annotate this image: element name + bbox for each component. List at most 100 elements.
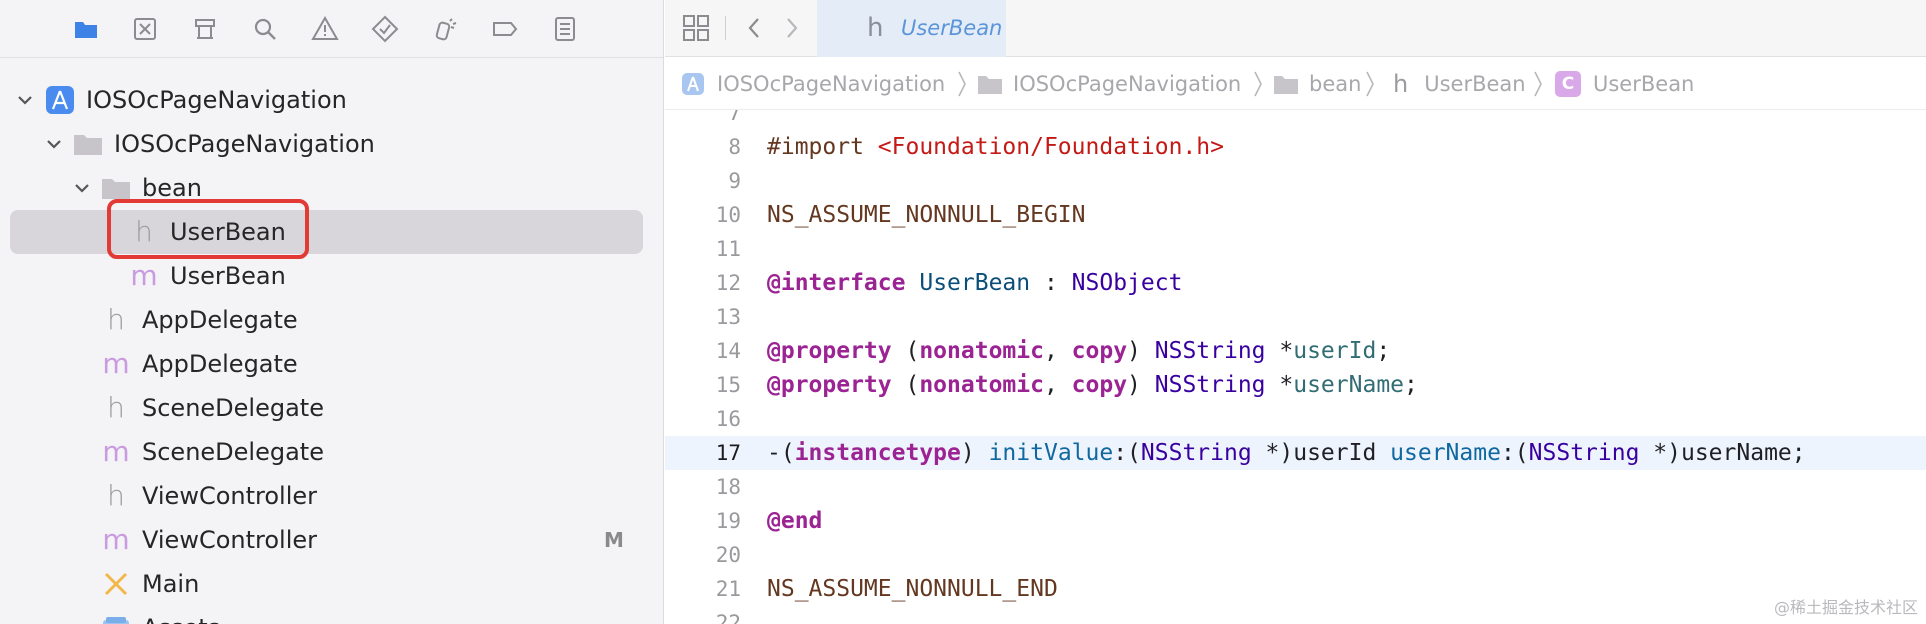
- class-icon: C: [1555, 71, 1581, 97]
- line-number: 13: [715, 305, 741, 329]
- code-line: 7: [665, 110, 1926, 130]
- tree-item-assets[interactable]: Assets: [0, 606, 663, 624]
- tree-item-viewcontroller-impl[interactable]: m ViewController M: [0, 518, 663, 562]
- line-number: 21: [715, 577, 741, 601]
- source-editor: h UserBean IOSOcPageNavigation IOSOcPage…: [665, 0, 1926, 624]
- tree-item-label: IOSOcPageNavigation: [86, 86, 347, 114]
- code-area[interactable]: 7 8 #import <Foundation/Foundation.h> 9 …: [665, 110, 1926, 624]
- tree-item-label: AppDelegate: [142, 350, 298, 378]
- header-file-icon: h: [1393, 70, 1409, 98]
- code-line: 16: [665, 402, 1926, 436]
- line-number: 10: [715, 203, 741, 227]
- jump-bar: IOSOcPageNavigation IOSOcPageNavigation …: [665, 58, 1926, 110]
- tree-item-project[interactable]: IOSOcPageNavigation: [0, 78, 663, 122]
- code-line: 18: [665, 470, 1926, 504]
- code-line: 10 NS_ASSUME_NONNULL_BEGIN: [665, 198, 1926, 232]
- line-number: 17: [715, 441, 741, 465]
- navigator-toolbar: [0, 0, 663, 58]
- tree-item-label: Assets: [142, 606, 220, 624]
- header-file-icon: h: [107, 303, 125, 336]
- tree-item-scenedelegate-impl[interactable]: m SceneDelegate: [0, 430, 663, 474]
- code-line: 11: [665, 232, 1926, 266]
- tree-item-userbean-header[interactable]: h UserBean: [0, 210, 663, 254]
- tree-item-label: SceneDelegate: [142, 438, 324, 466]
- jumpbar-folder[interactable]: bean: [1273, 68, 1361, 100]
- code-text: #import <Foundation/Foundation.h>: [767, 134, 1224, 160]
- code-line-current: 17 -(instancetype) initValue:(NSString *…: [665, 436, 1926, 470]
- app-project-icon: [682, 73, 704, 95]
- tree-item-viewcontroller-header[interactable]: h ViewController: [0, 474, 663, 518]
- jumpbar-group[interactable]: IOSOcPageNavigation: [977, 68, 1241, 100]
- code-line: 19 @end: [665, 504, 1926, 538]
- toolbar-divider: [725, 16, 726, 40]
- implementation-file-icon: m: [102, 347, 130, 380]
- code-line: 21 NS_ASSUME_NONNULL_END: [665, 572, 1926, 606]
- line-number: 7: [728, 110, 741, 125]
- implementation-file-icon: m: [102, 435, 130, 468]
- line-number: 20: [715, 543, 741, 567]
- jumpbar-label: UserBean: [1424, 72, 1526, 96]
- tree-item-label: SceneDelegate: [142, 394, 324, 422]
- jumpbar-label: IOSOcPageNavigation: [717, 72, 946, 96]
- line-number: 19: [715, 509, 741, 533]
- storyboard-icon: [100, 568, 132, 600]
- tree-item-label: Main: [142, 570, 200, 598]
- test-icon[interactable]: [368, 12, 402, 46]
- search-icon[interactable]: [248, 12, 282, 46]
- tree-item-group[interactable]: IOSOcPageNavigation: [0, 122, 663, 166]
- chevron-right-icon: [1365, 68, 1375, 100]
- symbol-icon[interactable]: [188, 12, 222, 46]
- debug-icon[interactable]: [428, 12, 462, 46]
- implementation-file-icon: m: [102, 523, 130, 556]
- back-icon[interactable]: [739, 13, 769, 43]
- code-line: 13: [665, 300, 1926, 334]
- grid-icon[interactable]: [681, 13, 711, 43]
- code-text: NS_ASSUME_NONNULL_BEGIN: [767, 202, 1086, 228]
- selection-highlight: [10, 210, 643, 254]
- tree-item-userbean-impl[interactable]: m UserBean: [0, 254, 663, 298]
- header-file-icon: h: [107, 479, 125, 512]
- tree-item-label: AppDelegate: [142, 306, 298, 334]
- line-number: 11: [715, 237, 741, 261]
- annotation-highlight-box: [107, 199, 309, 259]
- header-file-icon: h: [107, 391, 125, 424]
- code-text: @property (nonatomic, copy) NSString *us…: [767, 338, 1391, 364]
- code-line: 9: [665, 164, 1926, 198]
- forward-icon[interactable]: [777, 13, 807, 43]
- jumpbar-class[interactable]: C UserBean: [1555, 68, 1694, 100]
- chevron-right-icon: [1253, 68, 1263, 100]
- header-file-icon: h: [867, 13, 884, 43]
- jumpbar-file[interactable]: h UserBean: [1393, 68, 1526, 100]
- breakpoint-icon[interactable]: [488, 12, 522, 46]
- issue-icon[interactable]: [308, 12, 342, 46]
- folder-icon[interactable]: [69, 12, 103, 46]
- line-number: 16: [715, 407, 741, 431]
- chevron-down-icon[interactable]: [43, 122, 65, 166]
- modified-badge: M: [604, 528, 624, 552]
- code-line: 22: [665, 606, 1926, 624]
- code-text: -(instancetype) initValue:(NSString *)us…: [767, 440, 1806, 466]
- jumpbar-label: IOSOcPageNavigation: [1013, 72, 1242, 96]
- line-number: 9: [728, 169, 741, 193]
- tree-item-main-storyboard[interactable]: Main: [0, 562, 663, 606]
- chevron-right-icon: [957, 68, 967, 100]
- tree-item-label: ViewController: [142, 482, 318, 510]
- tree-item-scenedelegate-header[interactable]: h SceneDelegate: [0, 386, 663, 430]
- code-line: 12 @interface UserBean : NSObject: [665, 266, 1926, 300]
- report-icon[interactable]: [548, 12, 582, 46]
- code-text: @interface UserBean : NSObject: [767, 270, 1183, 296]
- code-line: 15 @property (nonatomic, copy) NSString …: [665, 368, 1926, 402]
- source-control-icon[interactable]: [128, 12, 162, 46]
- line-number: 12: [715, 271, 741, 295]
- app-project-icon: [44, 84, 76, 116]
- chevron-right-icon: [1533, 68, 1543, 100]
- code-line: 20: [665, 538, 1926, 572]
- chevron-down-icon[interactable]: [14, 78, 36, 122]
- jumpbar-project[interactable]: IOSOcPageNavigation: [681, 68, 945, 100]
- tree-item-appdelegate-header[interactable]: h AppDelegate: [0, 298, 663, 342]
- tree-item-appdelegate-impl[interactable]: m AppDelegate: [0, 342, 663, 386]
- tab-userbean-h[interactable]: h UserBean: [817, 0, 1006, 57]
- chevron-down-icon[interactable]: [71, 166, 93, 210]
- tree-item-folder-bean[interactable]: bean: [0, 166, 663, 210]
- line-number: 14: [715, 339, 741, 363]
